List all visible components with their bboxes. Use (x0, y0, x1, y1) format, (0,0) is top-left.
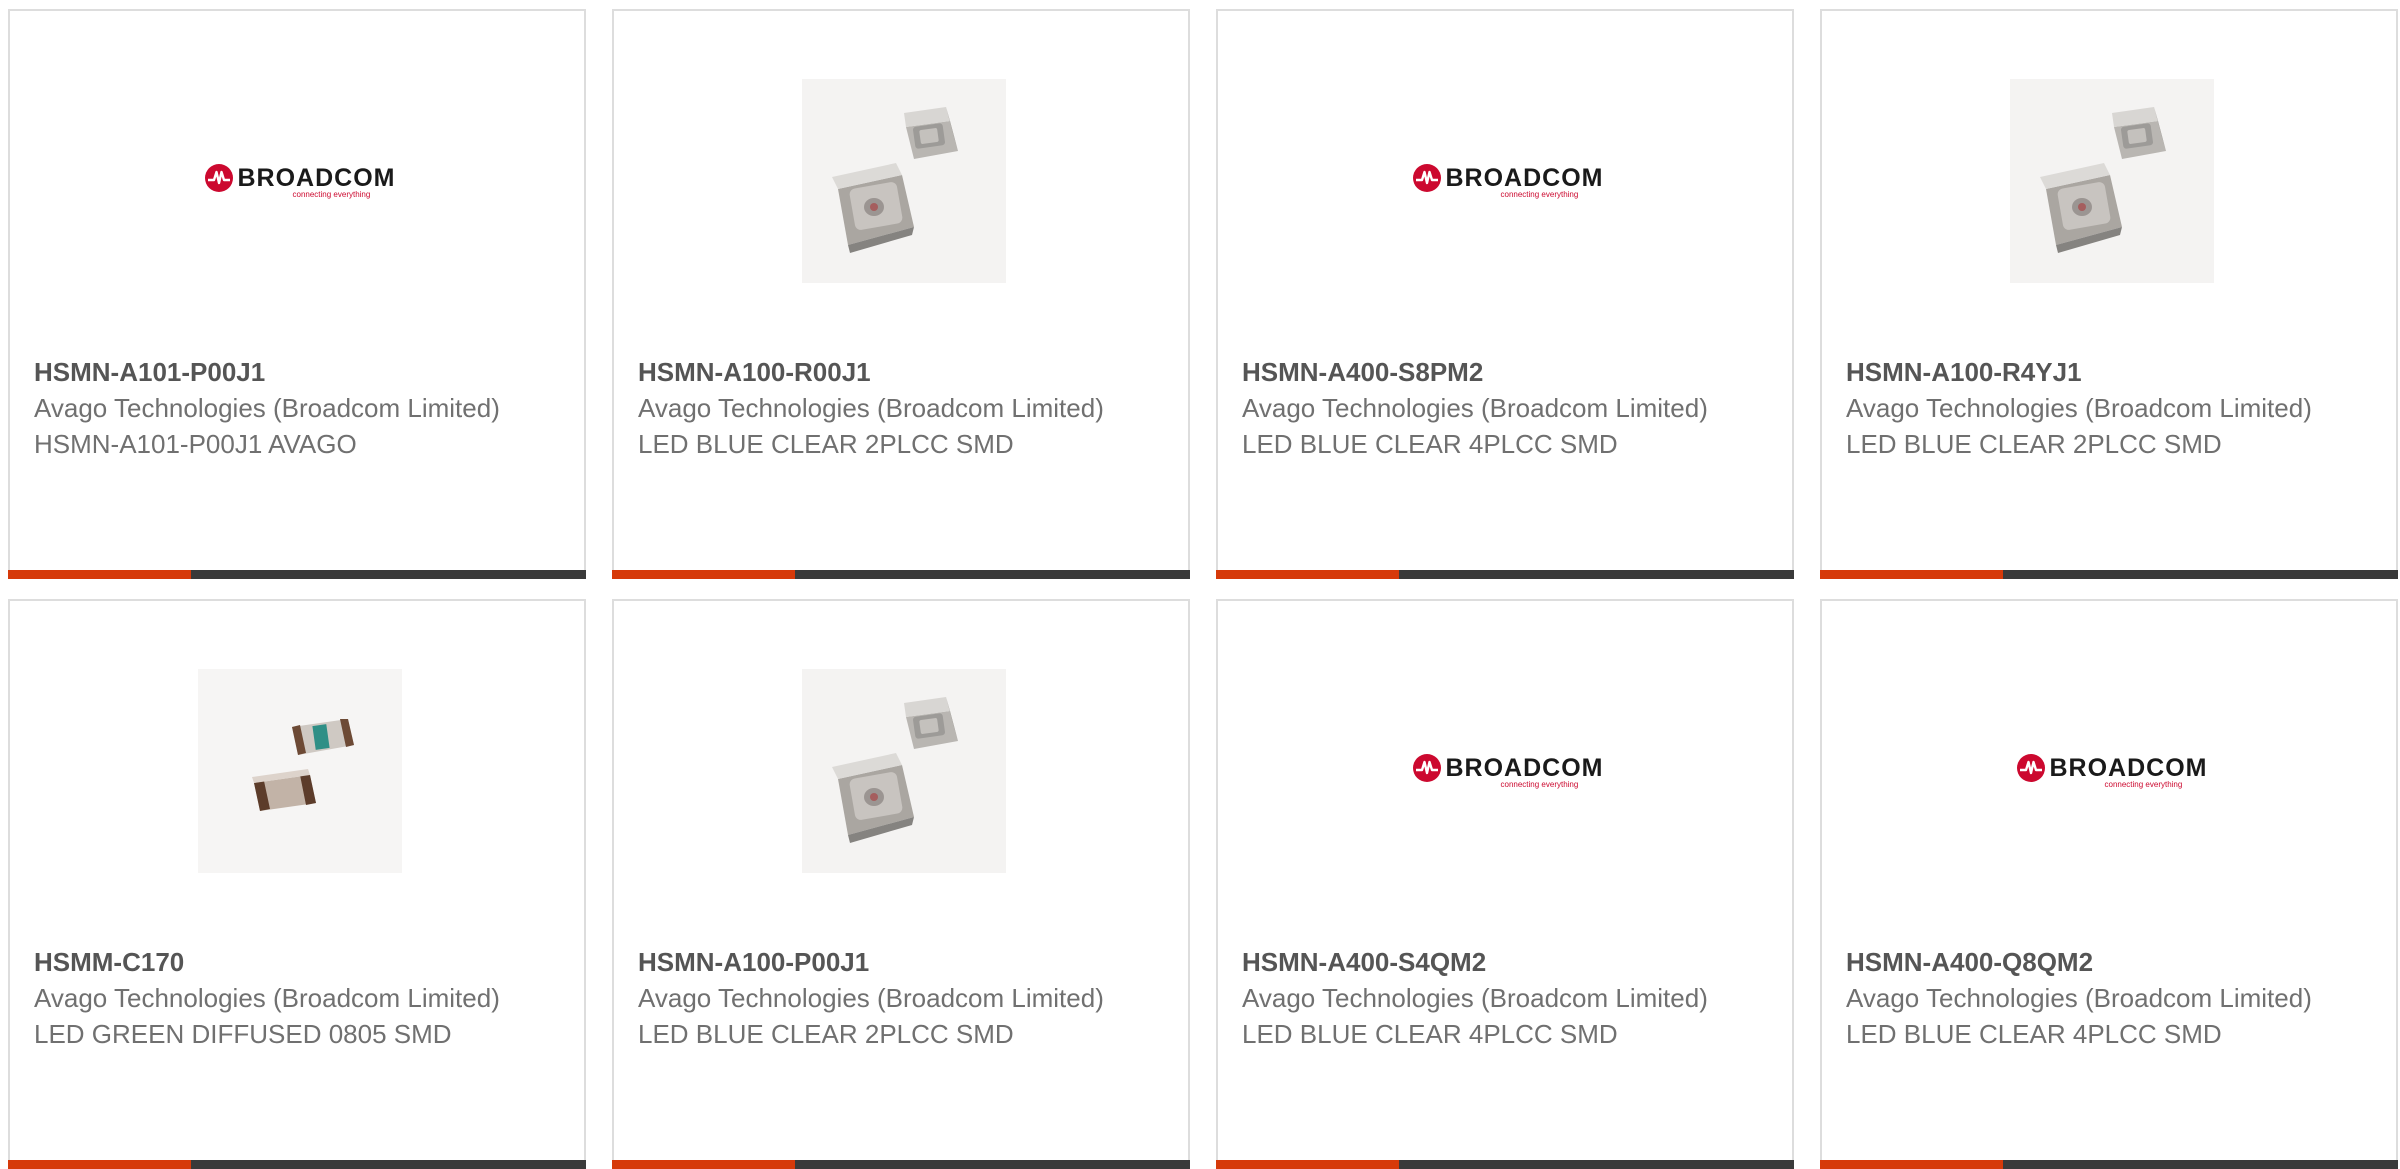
manufacturer: Avago Technologies (Broadcom Limited) (34, 393, 500, 423)
card-bar (612, 1160, 1190, 1169)
product-grid: BROADCOM connecting everything HSMN-A101… (8, 9, 2400, 1169)
broadcom-logo-icon (1412, 754, 1441, 782)
description: LED BLUE CLEAR 2PLCC SMD (638, 1019, 1014, 1049)
plcc-led-photo (802, 669, 1006, 873)
manufacturer: Avago Technologies (Broadcom Limited) (1846, 393, 2312, 423)
broadcom-logo: BROADCOM connecting everything (1412, 753, 1604, 789)
manufacturer: Avago Technologies (Broadcom Limited) (1242, 393, 1708, 423)
logo-tagline: connecting everything (2104, 779, 2183, 789)
broadcom-logo: BROADCOM connecting everything (2016, 753, 2208, 789)
part-number[interactable]: HSMM-C170 (34, 944, 514, 980)
product-image[interactable]: BROADCOM connecting everything (1406, 669, 1610, 873)
card-bar (1216, 1160, 1794, 1169)
part-number[interactable]: HSMN-A100-P00J1 (638, 944, 1118, 980)
card-bar-accent (1820, 570, 2003, 579)
part-number[interactable]: HSMN-A400-Q8QM2 (1846, 944, 2326, 980)
card-bar-accent (1216, 570, 1399, 579)
part-number[interactable]: HSMN-A400-S8PM2 (1242, 354, 1722, 390)
broadcom-logo: BROADCOM connecting everything (1412, 163, 1604, 199)
description: LED BLUE CLEAR 2PLCC SMD (638, 429, 1014, 459)
manufacturer: Avago Technologies (Broadcom Limited) (1846, 983, 2312, 1013)
card-bar (1820, 1160, 2398, 1169)
product-card[interactable]: BROADCOM connecting everything HSMN-A400… (1216, 599, 1794, 1169)
logo-wordmark: BROADCOM (1445, 163, 1604, 192)
product-card[interactable]: HSMN-A100-P00J1 Avago Technologies (Broa… (612, 599, 1190, 1169)
description: LED GREEN DIFFUSED 0805 SMD (34, 1019, 452, 1049)
logo-tagline: connecting everything (1500, 189, 1579, 199)
part-number[interactable]: HSMN-A101-P00J1 (34, 354, 514, 390)
product-image[interactable]: BROADCOM connecting everything (198, 79, 402, 283)
part-number[interactable]: HSMN-A100-R4YJ1 (1846, 354, 2326, 390)
logo-wordmark: BROADCOM (237, 163, 396, 192)
product-card[interactable]: BROADCOM connecting everything HSMN-A101… (8, 9, 586, 579)
broadcom-logo: BROADCOM connecting everything (204, 163, 396, 199)
card-bar-accent (612, 1160, 795, 1169)
card-bar (1820, 570, 2398, 579)
broadcom-logo-icon (2016, 754, 2045, 782)
product-card[interactable]: BROADCOM connecting everything HSMN-A400… (1820, 599, 2398, 1169)
broadcom-logo-icon (1412, 164, 1441, 192)
description: HSMN-A101-P00J1 AVAGO (34, 429, 357, 459)
description: LED BLUE CLEAR 2PLCC SMD (1846, 429, 2222, 459)
plcc-led-photo (802, 79, 1006, 283)
card-bar-accent (1820, 1160, 2003, 1169)
manufacturer: Avago Technologies (Broadcom Limited) (1242, 983, 1708, 1013)
logo-tagline: connecting everything (1500, 779, 1579, 789)
part-number[interactable]: HSMN-A400-S4QM2 (1242, 944, 1722, 980)
product-image[interactable] (198, 669, 402, 873)
product-image[interactable]: BROADCOM connecting everything (1406, 79, 1610, 283)
card-bar-accent (612, 570, 795, 579)
card-bar (1216, 570, 1794, 579)
product-image[interactable] (2010, 79, 2214, 283)
card-bar (8, 1160, 586, 1169)
logo-wordmark: BROADCOM (1445, 753, 1604, 782)
manufacturer: Avago Technologies (Broadcom Limited) (34, 983, 500, 1013)
product-card[interactable]: HSMM-C170 Avago Technologies (Broadcom L… (8, 599, 586, 1169)
description: LED BLUE CLEAR 4PLCC SMD (1242, 429, 1618, 459)
card-bar-accent (1216, 1160, 1399, 1169)
product-image[interactable] (802, 79, 1006, 283)
broadcom-logo-icon (204, 164, 233, 192)
part-number[interactable]: HSMN-A100-R00J1 (638, 354, 1118, 390)
product-image[interactable] (802, 669, 1006, 873)
manufacturer: Avago Technologies (Broadcom Limited) (638, 983, 1104, 1013)
card-bar (612, 570, 1190, 579)
plcc-led-photo (2010, 79, 2214, 283)
description: LED BLUE CLEAR 4PLCC SMD (1242, 1019, 1618, 1049)
product-card[interactable]: HSMN-A100-R00J1 Avago Technologies (Broa… (612, 9, 1190, 579)
logo-tagline: connecting everything (292, 189, 371, 199)
product-image[interactable]: BROADCOM connecting everything (2010, 669, 2214, 873)
logo-wordmark: BROADCOM (2049, 753, 2208, 782)
card-bar-accent (8, 570, 191, 579)
product-card[interactable]: BROADCOM connecting everything HSMN-A400… (1216, 9, 1794, 579)
chip-led-photo (198, 669, 402, 873)
description: LED BLUE CLEAR 4PLCC SMD (1846, 1019, 2222, 1049)
manufacturer: Avago Technologies (Broadcom Limited) (638, 393, 1104, 423)
card-bar (8, 570, 586, 579)
card-bar-accent (8, 1160, 191, 1169)
product-card[interactable]: HSMN-A100-R4YJ1 Avago Technologies (Broa… (1820, 9, 2398, 579)
